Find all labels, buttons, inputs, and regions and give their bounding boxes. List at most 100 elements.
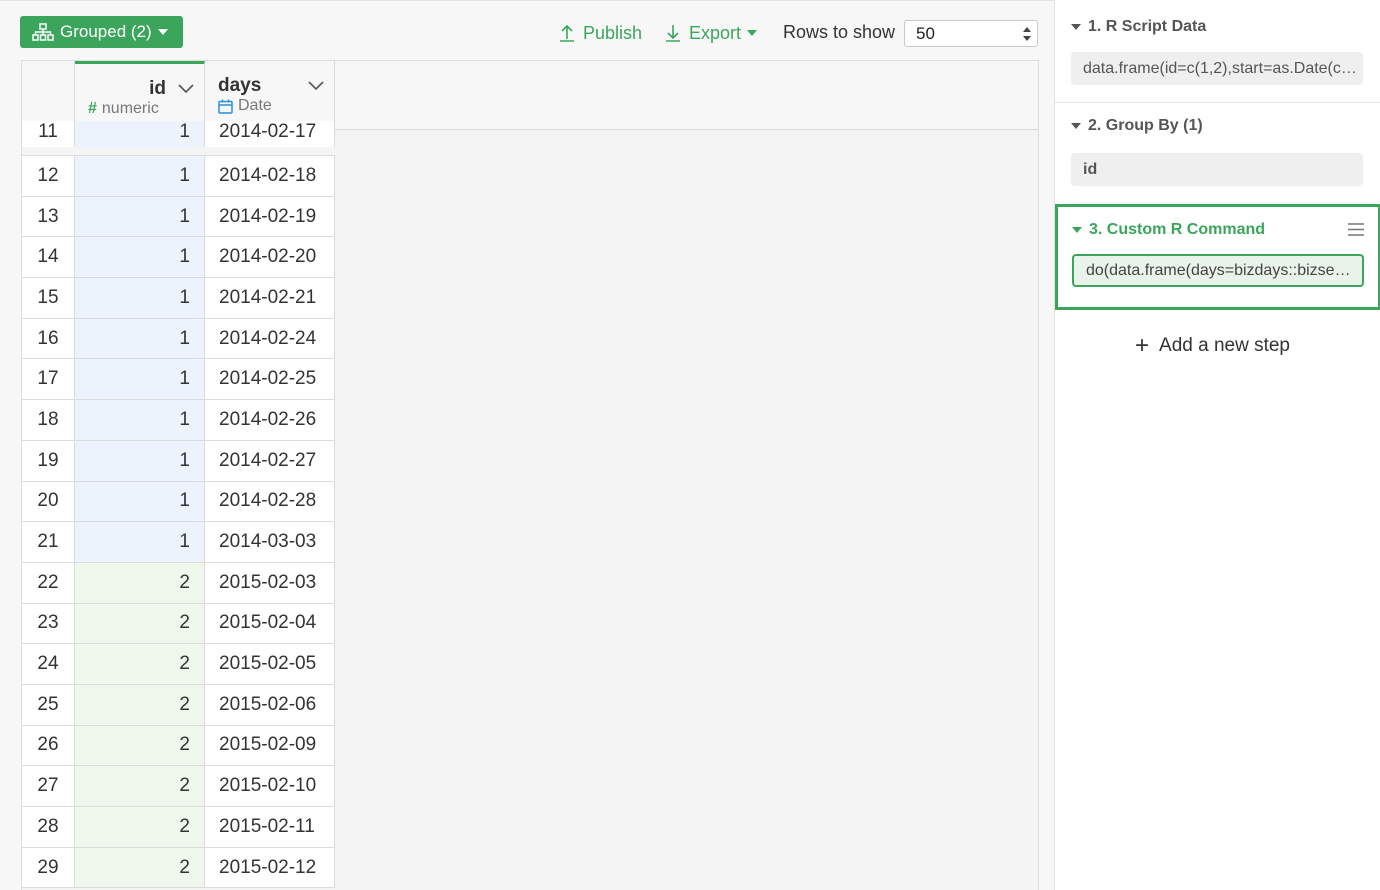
row-number: 11 [22, 121, 75, 147]
step-3-title[interactable]: 3. Custom R Command [1072, 221, 1265, 239]
row-number: 27 [22, 766, 75, 806]
rows-to-show-label: Rows to show [783, 22, 896, 42]
cell-days[interactable]: 2015-02-11 [205, 807, 335, 847]
cell-days[interactable]: 2014-02-24 [205, 318, 335, 359]
cell-id[interactable]: 1 [75, 400, 205, 440]
row-number: 17 [22, 359, 75, 400]
cell-days[interactable]: 2014-02-27 [205, 440, 335, 481]
cell-days[interactable]: 2014-02-19 [205, 196, 335, 237]
column-header-days[interactable]: days Date [205, 61, 335, 129]
numeric-type-icon: # [88, 100, 97, 117]
column-header-id[interactable]: id # numeric [75, 61, 205, 129]
cell-days[interactable]: 2015-02-10 [205, 766, 335, 806]
step-1-content[interactable]: data.frame(id=c(1,2),start=as.Date(c… [1071, 52, 1363, 85]
row-number: 23 [22, 603, 75, 644]
row-number: 26 [22, 725, 75, 766]
cell-days[interactable]: 2015-02-12 [205, 847, 335, 888]
chevron-down-icon[interactable] [178, 84, 194, 94]
column-type: Date [218, 97, 272, 115]
cell-id[interactable]: 1 [75, 522, 205, 562]
table-row: 26 2 2015-02-09 [22, 725, 335, 767]
grid-header: id # numeric days Date [22, 61, 1038, 130]
table-row: 19 1 2014-02-27 [22, 440, 335, 482]
cell-id[interactable]: 2 [75, 847, 205, 888]
table-row: 20 1 2014-02-28 [22, 481, 335, 523]
cell-days[interactable]: 2014-02-28 [205, 481, 335, 522]
cell-id[interactable]: 1 [75, 278, 205, 318]
cell-id[interactable]: 1 [75, 318, 205, 359]
row-number: 14 [22, 237, 75, 278]
row-number: 22 [22, 562, 75, 603]
row-number: 24 [22, 644, 75, 684]
calendar-icon [218, 99, 233, 114]
table-row: 12 1 2014-02-18 [22, 156, 335, 197]
step-2-content[interactable]: id [1071, 153, 1363, 186]
rows-to-show-select[interactable]: 50 [904, 20, 1038, 47]
table-row: 27 2 2015-02-10 [22, 766, 335, 807]
chevron-down-icon[interactable] [308, 81, 324, 91]
cell-days[interactable]: 2015-02-05 [205, 644, 335, 684]
cell-id[interactable]: 1 [75, 481, 205, 522]
cell-days[interactable]: 2015-02-06 [205, 684, 335, 725]
row-number: 25 [22, 684, 75, 725]
add-new-step-button[interactable]: + Add a new step [1135, 334, 1290, 358]
row-number: 28 [22, 807, 75, 847]
column-name: days [218, 75, 262, 96]
table-row: 15 1 2014-02-21 [22, 278, 335, 319]
row-number: 19 [22, 440, 75, 481]
cell-days[interactable]: 2014-02-18 [205, 156, 335, 196]
top-border [0, 0, 1054, 5]
step-3-content[interactable]: do(data.frame(days=bizdays::bizse… [1072, 254, 1364, 287]
table-row: 16 1 2014-02-24 [22, 318, 335, 360]
cell-days[interactable]: 2014-02-21 [205, 278, 335, 318]
step-divider [1055, 102, 1380, 103]
cell-id[interactable]: 2 [75, 562, 205, 603]
table-row: 17 1 2014-02-25 [22, 359, 335, 401]
row-number: 29 [22, 847, 75, 888]
caret-down-icon [157, 29, 168, 35]
cell-days[interactable]: 2015-02-04 [205, 603, 335, 644]
collapse-triangle-icon [1071, 123, 1081, 129]
table-row: 11 1 2014-02-17 [22, 121, 335, 156]
cell-id[interactable]: 2 [75, 644, 205, 684]
cell-days[interactable]: 2014-02-17 [205, 121, 335, 147]
grouped-label: Grouped (2) [60, 22, 152, 41]
cell-id[interactable]: 1 [75, 359, 205, 400]
table-row: 24 2 2015-02-05 [22, 644, 335, 685]
export-button[interactable]: Export [665, 22, 765, 44]
grouped-button[interactable]: Grouped (2) [20, 16, 183, 48]
row-number: 20 [22, 481, 75, 522]
cell-id[interactable]: 1 [75, 196, 205, 237]
collapse-triangle-icon [1072, 227, 1082, 233]
cell-days[interactable]: 2014-02-25 [205, 359, 335, 400]
cell-id[interactable]: 1 [75, 156, 205, 196]
cell-id[interactable]: 1 [75, 237, 205, 278]
cell-days[interactable]: 2014-02-20 [205, 237, 335, 278]
cell-id[interactable]: 2 [75, 684, 205, 725]
cell-days[interactable]: 2015-02-03 [205, 562, 335, 603]
cell-id[interactable]: 2 [75, 725, 205, 766]
cell-id[interactable]: 2 [75, 807, 205, 847]
cell-days[interactable]: 2014-03-03 [205, 522, 335, 562]
cell-id[interactable]: 2 [75, 603, 205, 644]
cell-id[interactable]: 1 [75, 121, 205, 147]
grid-rows: 11 1 2014-02-17 12 1 2014-02-18 13 1 201… [22, 121, 335, 889]
column-name: id [149, 78, 166, 99]
cell-id[interactable]: 1 [75, 440, 205, 481]
caret-down-icon [747, 30, 758, 36]
column-type-label: numeric [101, 100, 159, 117]
publish-button[interactable]: Publish [559, 22, 642, 44]
cell-days[interactable]: 2014-02-26 [205, 400, 335, 440]
table-row: 23 2 2015-02-04 [22, 603, 335, 645]
collapse-triangle-icon [1071, 24, 1081, 30]
table-row: 29 2 2015-02-12 [22, 847, 335, 889]
hamburger-menu-icon[interactable] [1348, 223, 1364, 236]
step-3-active[interactable]: 3. Custom R Command do(data.frame(days=b… [1055, 204, 1380, 310]
rows-to-show-value: 50 [916, 23, 935, 43]
step-2-title[interactable]: 2. Group By (1) [1071, 117, 1203, 135]
step-1-title[interactable]: 1. R Script Data [1071, 18, 1206, 36]
cell-id[interactable]: 2 [75, 766, 205, 806]
plus-icon: + [1135, 332, 1150, 359]
cell-days[interactable]: 2015-02-09 [205, 725, 335, 766]
spinner-arrows-icon [1023, 27, 1031, 41]
